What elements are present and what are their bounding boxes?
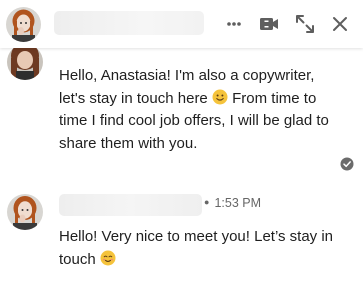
contact-name	[54, 11, 204, 35]
check-circle-icon	[340, 157, 354, 171]
sender-name[interactable]	[59, 194, 202, 216]
message-meta: ● 1:53 PM	[204, 196, 261, 210]
expand-diagonal-icon	[296, 15, 314, 33]
contact-avatar[interactable]	[6, 7, 41, 42]
close-icon	[333, 17, 347, 31]
message-text: Hello, Anastasia! I'm also a copywriter,…	[59, 65, 344, 155]
more-options-button[interactable]	[220, 10, 248, 38]
sender-avatar[interactable]	[7, 48, 43, 80]
sender-avatar[interactable]	[7, 194, 43, 230]
slightly-smiling-face-icon	[212, 89, 228, 105]
message-text: Hello! Very nice to meet you! Let’s stay…	[59, 226, 344, 271]
relieved-smiling-face-icon	[100, 250, 116, 266]
avatar-photo	[7, 194, 43, 230]
close-button[interactable]	[326, 10, 354, 38]
chat-header	[0, 0, 363, 48]
read-receipt	[340, 157, 354, 171]
more-horizontal-icon	[227, 22, 241, 26]
message-timestamp: 1:53 PM	[214, 196, 261, 210]
separator-dot: ●	[204, 197, 210, 207]
avatar-photo	[6, 7, 41, 42]
video-call-button[interactable]	[255, 10, 283, 38]
expand-button[interactable]	[291, 10, 319, 38]
video-camera-icon	[260, 18, 278, 30]
message-thread: Hello, Anastasia! I'm also a copywriter,…	[0, 48, 363, 293]
avatar-photo	[7, 48, 43, 80]
